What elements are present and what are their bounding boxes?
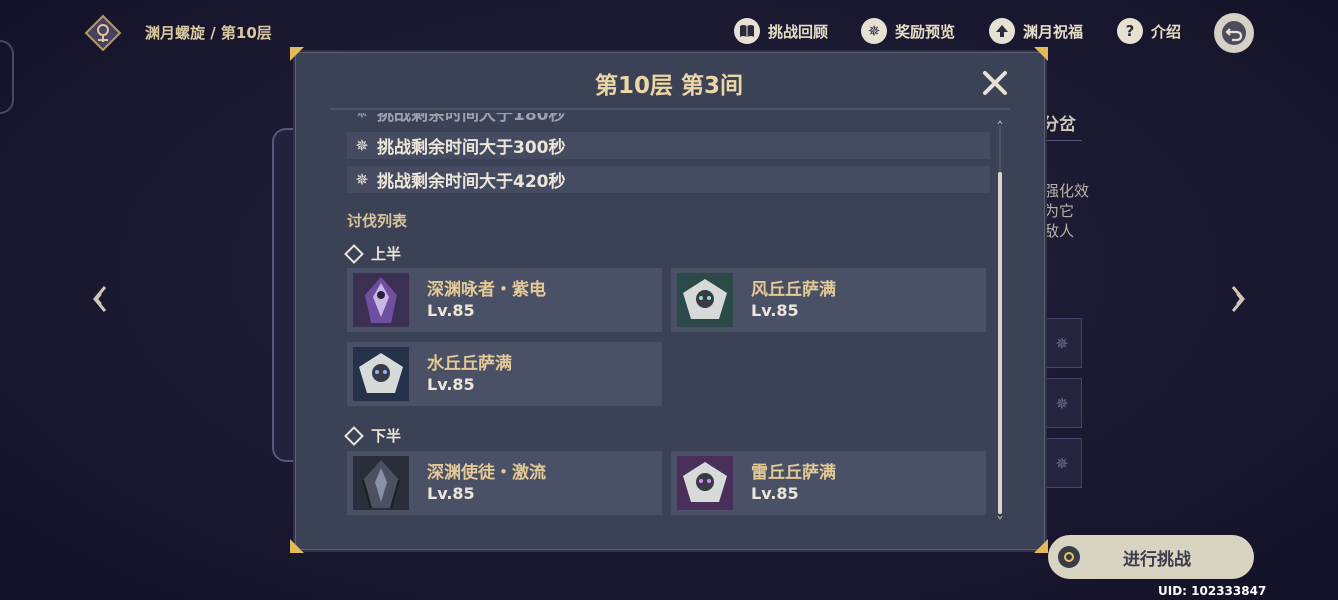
background-branch-title: 分岔	[1042, 115, 1076, 135]
anemo-samachurl-portrait-icon	[677, 273, 733, 327]
enemy-name: 水丘丘萨满	[427, 354, 512, 374]
book-icon	[734, 18, 760, 44]
enemy-card[interactable]: 深渊咏者・紫电 Lv.85	[347, 268, 662, 332]
blessing-icon	[989, 18, 1015, 44]
abyss-lector-portrait-icon	[353, 456, 409, 510]
enemy-name: 深渊咏者・紫电	[427, 280, 546, 300]
enemy-card[interactable]: 水丘丘萨满 Lv.85	[347, 342, 662, 406]
spiral-abyss-logo-icon	[84, 14, 122, 52]
enemy-name: 风丘丘萨满	[751, 280, 836, 300]
side-tab-notch	[0, 40, 14, 114]
enemy-level: Lv.85	[751, 301, 799, 320]
condition-row: ✵ 挑战剩余时间大于420秒	[347, 166, 990, 193]
enemy-level: Lv.85	[427, 375, 475, 394]
modal-title-divider	[330, 108, 1010, 110]
uid-label: UID: 102333847	[1158, 584, 1267, 598]
enemy-level: Lv.85	[751, 484, 799, 503]
second-half-label: 下半	[371, 427, 402, 445]
breadcrumb: 渊月螺旋 / 第10层	[145, 24, 272, 42]
star-icon: ✵	[355, 170, 369, 189]
reward-preview-button[interactable]: ✵ 奖励预览	[861, 18, 955, 44]
background-star-slot: ✵	[1042, 438, 1082, 488]
condition-text: 挑战剩余时间大于180秒	[377, 113, 566, 123]
background-text-line: 为它	[1044, 202, 1075, 220]
condition-text: 挑战剩余时间大于300秒	[377, 138, 566, 158]
background-star-slot: ✵	[1042, 378, 1082, 428]
abyss-blessing-label: 渊月祝福	[1023, 22, 1084, 41]
corner-ornament-icon	[290, 47, 304, 61]
help-icon: ?	[1117, 18, 1143, 44]
hydro-samachurl-portrait-icon	[353, 347, 409, 401]
star-icon: ✵	[355, 136, 369, 155]
second-half-header: 下半	[344, 425, 402, 446]
challenge-review-label: 挑战回顾	[768, 22, 829, 41]
background-star-slot: ✵	[1042, 318, 1082, 368]
background-text-line: 强化效	[1044, 182, 1090, 200]
enemy-list-label: 讨伐列表	[347, 212, 408, 230]
enemy-level: Lv.85	[427, 484, 475, 503]
next-chamber-arrow-icon[interactable]	[1226, 284, 1248, 314]
enemy-name: 深渊使徒・激流	[427, 463, 546, 483]
condition-row-partial: ✵挑战剩余时间大于180秒	[347, 113, 990, 123]
diamond-icon	[344, 243, 364, 264]
first-half-label: 上半	[371, 245, 402, 263]
abyss-blessing-button[interactable]: 渊月祝福	[989, 18, 1083, 44]
reward-star-icon: ✵	[861, 18, 887, 44]
modal-title: 第10层 第3间	[594, 73, 744, 99]
divider	[1042, 140, 1082, 141]
start-challenge-button[interactable]: 进行挑战	[1048, 535, 1254, 579]
diamond-icon	[344, 425, 364, 446]
back-arrow-icon	[1222, 21, 1246, 45]
condition-row: ✵ 挑战剩余时间大于300秒	[347, 132, 990, 159]
close-icon[interactable]	[980, 68, 1010, 98]
electro-samachurl-portrait-icon	[677, 456, 733, 510]
enemy-level: Lv.85	[427, 301, 475, 320]
first-half-header: 上半	[344, 243, 402, 264]
enemy-card[interactable]: 风丘丘萨满 Lv.85	[671, 268, 986, 332]
introduction-button[interactable]: ? 介绍	[1117, 18, 1181, 44]
reward-preview-label: 奖励预览	[895, 22, 956, 41]
scrollbar-thumb[interactable]	[998, 172, 1002, 514]
start-challenge-label: 进行挑战	[1123, 549, 1191, 570]
previous-chamber-arrow-icon[interactable]	[90, 284, 112, 314]
back-button[interactable]	[1214, 13, 1254, 53]
corner-ornament-icon	[1034, 47, 1048, 61]
enemy-card[interactable]: 雷丘丘萨满 Lv.85	[671, 451, 986, 515]
corner-ornament-icon	[290, 539, 304, 553]
challenge-review-button[interactable]: 挑战回顾	[734, 18, 828, 44]
enemy-name: 雷丘丘萨满	[751, 463, 836, 483]
confirm-circle-icon	[1058, 546, 1080, 568]
background-text-line: 敌人	[1044, 222, 1075, 240]
abyss-herald-portrait-icon	[353, 273, 409, 327]
enemy-card[interactable]: 深渊使徒・激流 Lv.85	[347, 451, 662, 515]
condition-text: 挑战剩余时间大于420秒	[377, 172, 566, 192]
corner-ornament-icon	[1034, 539, 1048, 553]
introduction-label: 介绍	[1151, 22, 1182, 41]
